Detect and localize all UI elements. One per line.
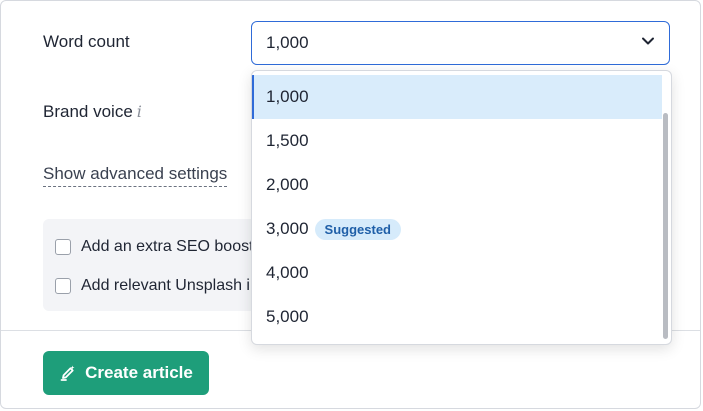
chevron-down-icon xyxy=(642,37,654,45)
word-count-label: Word count xyxy=(43,32,130,51)
brand-voice-label-text: Brand voice xyxy=(43,102,133,121)
article-settings-card: Word count 1,000 Brand voice i Show advan… xyxy=(0,0,701,409)
word-count-value: 1,000 xyxy=(266,33,309,52)
show-advanced-settings-link[interactable]: Show advanced settings xyxy=(43,164,228,187)
dropdown-option-label: 1,000 xyxy=(266,87,309,106)
dropdown-option-label: 4,000 xyxy=(266,263,309,282)
dropdown-scrollbar[interactable] xyxy=(663,113,668,339)
info-icon[interactable]: i xyxy=(137,102,142,121)
dropdown-option[interactable]: 4,000 xyxy=(252,251,662,295)
dropdown-option[interactable]: 2,000 xyxy=(252,163,662,207)
dropdown-option-label: 2,000 xyxy=(266,175,309,194)
pencil-sparkle-icon xyxy=(60,365,75,381)
dropdown-option[interactable]: 5,000 xyxy=(252,295,662,339)
seo-boost-label: Add an extra SEO boost xyxy=(81,238,254,255)
dropdown-option[interactable]: 3,000 Suggested xyxy=(252,207,662,251)
dropdown-option-label: 3,000 xyxy=(266,219,309,238)
create-article-button[interactable]: Create article xyxy=(43,351,209,395)
dropdown-option-label: 1,500 xyxy=(266,131,309,150)
brand-voice-label: Brand voice i xyxy=(43,102,142,122)
seo-boost-option[interactable]: Add an extra SEO boost xyxy=(55,238,254,256)
word-count-dropdown: 1,000 1,500 2,000 3,000 Suggested 4,000 … xyxy=(251,70,672,345)
create-article-label: Create article xyxy=(85,363,193,382)
word-count-select[interactable]: 1,000 xyxy=(251,21,670,65)
dropdown-option[interactable]: 1,500 xyxy=(252,119,662,163)
unsplash-images-checkbox[interactable] xyxy=(55,278,71,294)
dropdown-option-label: 5,000 xyxy=(266,307,309,326)
extra-options-panel: Add an extra SEO boost Add relevant Unsp… xyxy=(43,219,298,311)
seo-boost-checkbox[interactable] xyxy=(55,239,71,255)
dropdown-option[interactable]: 1,000 xyxy=(252,75,662,119)
suggested-badge: Suggested xyxy=(314,218,402,240)
